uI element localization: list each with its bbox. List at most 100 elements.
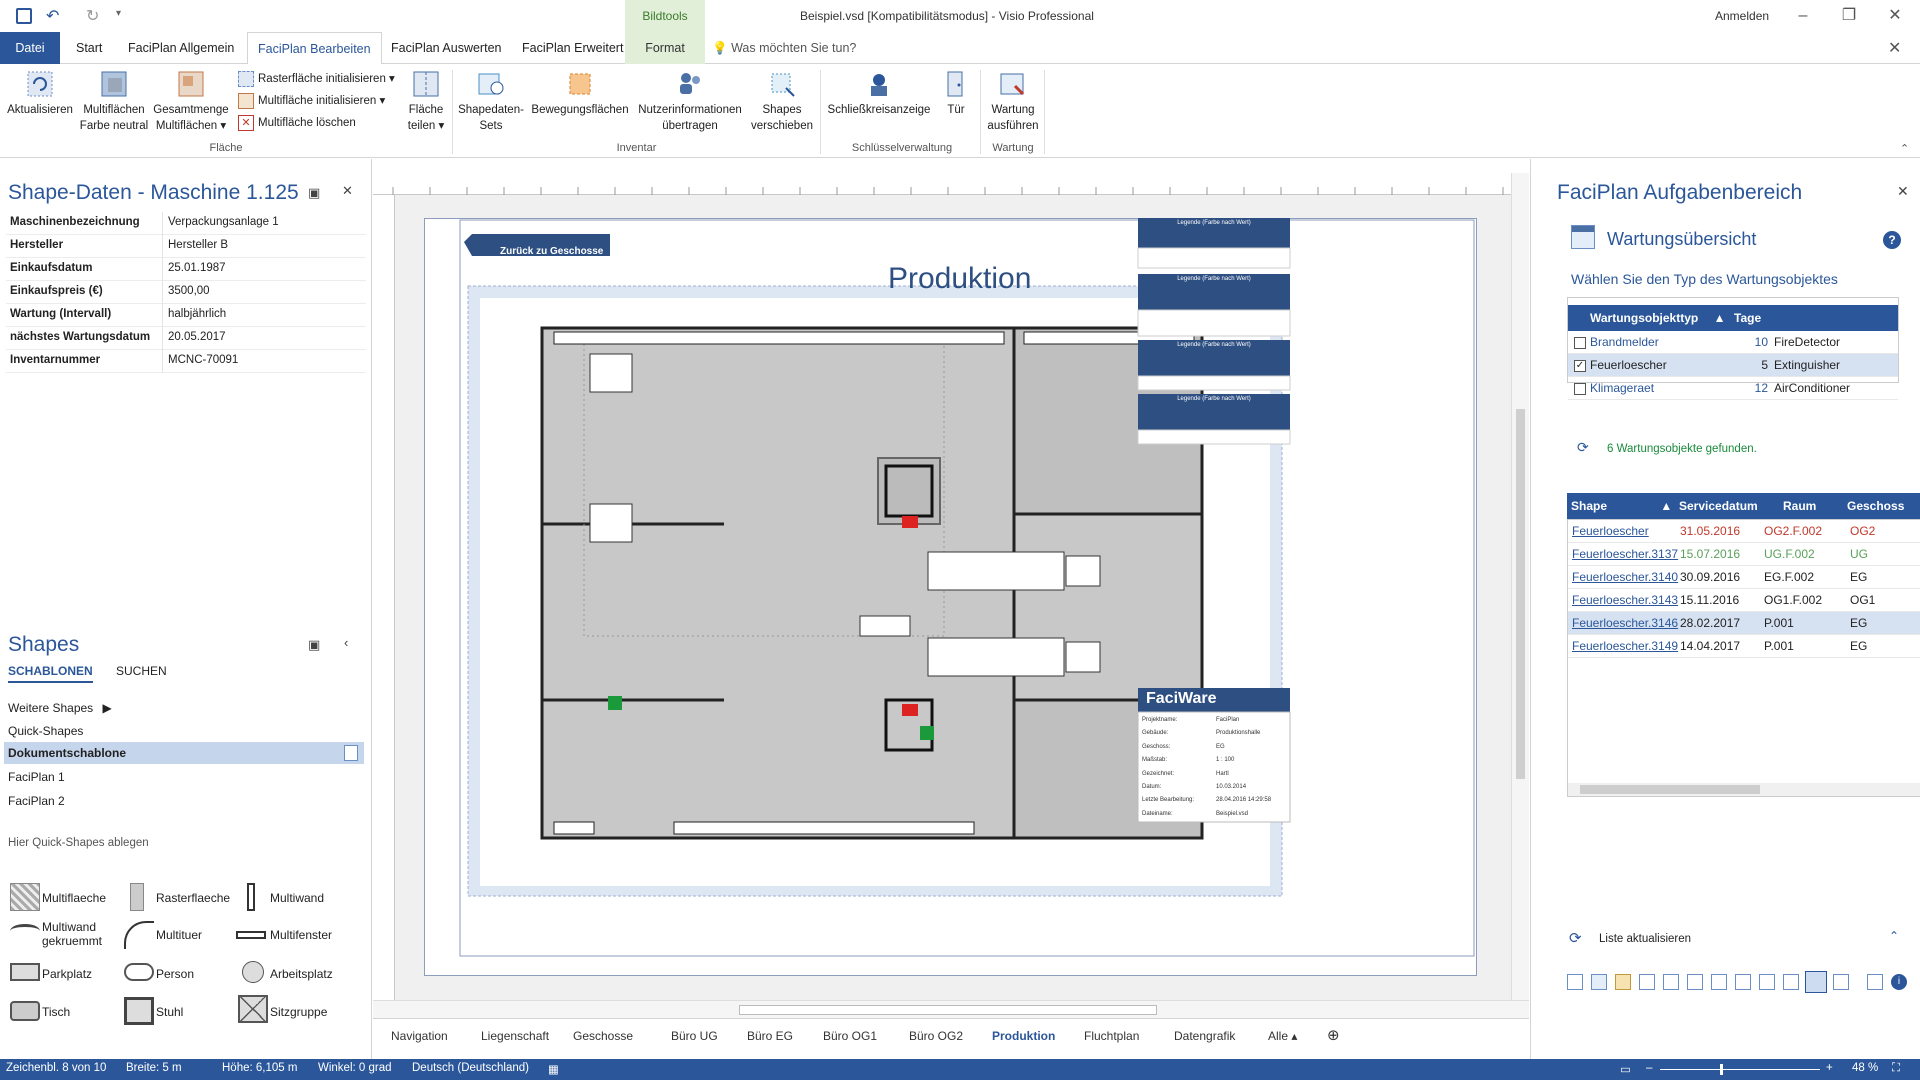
workplace-icon[interactable] — [242, 961, 264, 983]
zoom-in-icon[interactable]: + — [1826, 1062, 1833, 1074]
door-stencil-icon[interactable] — [124, 921, 154, 949]
toolbar-folder-icon[interactable] — [1615, 974, 1631, 990]
shape-data-row[interactable]: Hersteller Hersteller B — [6, 235, 366, 258]
toolbar-edit-icon[interactable] — [1735, 974, 1751, 990]
shapedaten-sets-button[interactable]: Shapedaten- Sets — [455, 68, 527, 134]
parking-icon[interactable] — [10, 963, 40, 981]
tab-format[interactable]: Format — [625, 32, 705, 64]
stencil-faciplan-1[interactable]: FaciPlan 1 — [8, 770, 65, 784]
item-row-selected[interactable]: Feuerloescher.3146 28.02.2017 P.001 EG — [1568, 612, 1920, 635]
list-refresh-icon[interactable]: ⟳ — [1569, 929, 1582, 947]
sheet-tab-navigation[interactable]: Navigation — [391, 1029, 448, 1043]
nutzerinformationen-button[interactable]: Nutzerinformationen übertragen — [634, 68, 746, 134]
shape-data-row[interactable]: Einkaufspreis (€) 3500,00 — [6, 281, 366, 304]
sheet-tab-buero-ug[interactable]: Büro UG — [671, 1029, 718, 1043]
minimize-icon[interactable]: – — [1780, 0, 1826, 32]
add-sheet-icon[interactable]: ⊕ — [1327, 1026, 1340, 1044]
toolbar-chart-icon[interactable] — [1639, 974, 1655, 990]
shape-data-row[interactable]: Einkaufsdatum 25.01.1987 — [6, 258, 366, 281]
checkbox-brandmelder[interactable] — [1574, 337, 1586, 349]
qat-customize-icon[interactable]: ▾ — [116, 8, 121, 19]
column-header-geschoss[interactable]: Geschoss — [1847, 493, 1904, 519]
collapse-ribbon-icon[interactable]: ⌃ — [1900, 142, 1909, 155]
gesamtmenge-button[interactable]: Gesamtmenge Multiflächen ▾ — [150, 68, 232, 134]
toolbar-print-icon[interactable] — [1759, 974, 1775, 990]
bewegungsflaechen-button[interactable]: Bewegungsflächen — [528, 68, 632, 118]
restore-icon[interactable]: ❐ — [1826, 0, 1872, 32]
stencil-multifenster[interactable]: Multifenster — [270, 928, 332, 942]
item-row[interactable]: Feuerloescher 31.05.2016 OG2.F.002 OG2 — [1568, 520, 1920, 543]
rasterflaeche-init-button[interactable]: Rasterfläche initialisieren ▾ — [238, 68, 395, 90]
stencil-multiflaeche[interactable]: Multiflaeche — [42, 891, 106, 905]
stencil-sitzgruppe[interactable]: Sitzgruppe — [270, 1005, 327, 1019]
collapse-up-icon[interactable]: ⌃ — [1889, 929, 1899, 943]
stencil-arbeitsplatz[interactable]: Arbeitsplatz — [270, 967, 333, 981]
stencil-multiwand-gekruemmt[interactable]: Multiwand gekruemmt — [42, 920, 112, 948]
stencil-person[interactable]: Person — [156, 967, 194, 981]
flaeche-teilen-button[interactable]: Fläche teilen ▾ — [400, 68, 452, 134]
toolbar-settings-icon[interactable] — [1867, 974, 1883, 990]
vertical-scroll-thumb[interactable] — [1516, 409, 1525, 779]
toolbar-search-icon[interactable] — [1711, 974, 1727, 990]
tab-faciplan-bearbeiten[interactable]: FaciPlan Bearbeiten — [247, 32, 382, 65]
zoom-level[interactable]: 48 % — [1852, 1062, 1878, 1074]
aktualisieren-button[interactable]: Aktualisieren — [4, 68, 76, 118]
stencil-faciplan-2[interactable]: FaciPlan 2 — [8, 794, 65, 808]
shape-data-row[interactable]: nächstes Wartungsdatum 20.05.2017 — [6, 327, 366, 350]
shape-data-row[interactable]: Wartung (Intervall) halbjährlich — [6, 304, 366, 327]
stencil-multituer[interactable]: Multituer — [156, 928, 202, 942]
column-header-servicedatum[interactable]: Servicedatum — [1679, 493, 1758, 519]
table-stencil-icon[interactable] — [10, 1001, 40, 1021]
rasterflaeche-icon[interactable] — [130, 883, 144, 911]
stencil-multiwand[interactable]: Multiwand — [270, 891, 324, 905]
toolbar-grid-icon[interactable] — [1567, 974, 1583, 990]
sheet-tab-datengrafik[interactable]: Datengrafik — [1174, 1029, 1235, 1043]
schliesskreisanzeige-button[interactable]: Schließkreisanzeige — [824, 68, 934, 118]
horizontal-scrollbar[interactable] — [373, 1000, 1529, 1018]
back-button-label[interactable]: Zurück zu Geschosse — [500, 246, 603, 257]
info-icon[interactable]: i — [1891, 974, 1907, 990]
panel-options-icon[interactable]: ▣ — [308, 637, 320, 653]
item-row[interactable]: Feuerloescher.3149 14.04.2017 P.001 EG — [1568, 635, 1920, 658]
tab-faciplan-auswerten[interactable]: FaciPlan Auswerten — [381, 32, 511, 64]
shape-data-row[interactable]: Inventarnummer MCNC-70091 — [6, 350, 366, 373]
tab-faciplan-erweitert[interactable]: FaciPlan Erweitert — [512, 32, 633, 64]
stencil-stuhl[interactable]: Stuhl — [156, 1005, 183, 1019]
sheet-tab-produktion[interactable]: Produktion — [992, 1029, 1055, 1043]
tab-schablonen[interactable]: SCHABLONEN — [8, 664, 93, 683]
floorplan-drawing[interactable] — [424, 218, 1477, 976]
item-row[interactable]: Feuerloescher.3140 30.09.2016 EG.F.002 E… — [1568, 566, 1920, 589]
sheet-tab-buero-eg[interactable]: Büro EG — [747, 1029, 793, 1043]
sheet-tab-fluchtplan[interactable]: Fluchtplan — [1084, 1029, 1139, 1043]
column-header-raum[interactable]: Raum — [1783, 493, 1816, 519]
presentation-icon[interactable]: ▭ — [1620, 1062, 1631, 1076]
zoom-slider[interactable] — [1660, 1069, 1820, 1070]
status-height[interactable]: Höhe: 6,105 m — [222, 1062, 297, 1074]
panel-options-icon[interactable]: ▣ — [308, 185, 320, 201]
tab-suchen[interactable]: SUCHEN — [116, 664, 167, 678]
tuer-button[interactable]: Tür — [934, 68, 978, 118]
status-sheet[interactable]: Zeichenbl. 8 von 10 — [6, 1062, 106, 1074]
toolbar-filter-icon[interactable] — [1783, 974, 1799, 990]
vertical-scrollbar[interactable] — [1511, 173, 1529, 1000]
stencil-parkplatz[interactable]: Parkplatz — [42, 967, 92, 981]
multiflaeche-icon[interactable] — [10, 883, 40, 911]
stencil-tisch[interactable]: Tisch — [42, 1005, 70, 1019]
curved-wall-icon[interactable] — [10, 924, 40, 938]
type-row-klimageraet[interactable]: Klimageraet 12 AirConditioner — [1568, 377, 1898, 400]
toolbar-doc-icon[interactable] — [1687, 974, 1703, 990]
column-header-tage[interactable]: Tage — [1734, 305, 1761, 331]
tab-start[interactable]: Start — [66, 32, 112, 64]
tab-faciplan-allgemein[interactable]: FaciPlan Allgemein — [118, 32, 244, 64]
tell-me-box[interactable]: 💡 Was möchten Sie tun? — [712, 32, 856, 64]
panel-close-icon[interactable]: ✕ — [342, 183, 353, 199]
sheet-tab-liegenschaft[interactable]: Liegenschaft — [481, 1029, 549, 1043]
items-hscrollbar[interactable] — [1568, 783, 1920, 796]
item-row[interactable]: Feuerloescher.3137 15.07.2016 UG.F.002 U… — [1568, 543, 1920, 566]
horizontal-scroll-thumb[interactable] — [739, 1005, 1157, 1015]
column-header-typ[interactable]: Wartungsobjekttyp ▲ — [1590, 305, 1725, 331]
items-hscroll-thumb[interactable] — [1580, 785, 1760, 794]
type-row-brandmelder[interactable]: Brandmelder 10 FireDetector — [1568, 331, 1898, 354]
shapes-verschieben-button[interactable]: Shapes verschieben — [746, 68, 818, 134]
column-header-shape[interactable]: Shape ▲ — [1571, 493, 1672, 519]
